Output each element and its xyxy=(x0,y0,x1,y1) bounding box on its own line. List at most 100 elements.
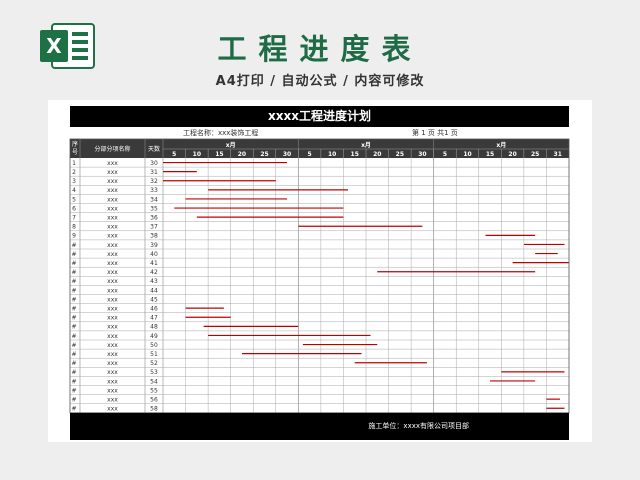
row-days: 42 xyxy=(150,269,158,276)
row-seq: 1 xyxy=(72,160,76,167)
row-days: 41 xyxy=(150,260,158,267)
row-days: 40 xyxy=(150,251,158,258)
row-days: 46 xyxy=(150,306,158,313)
header-day-tick: 25 xyxy=(396,151,404,158)
row-seq: 7 xyxy=(72,215,76,222)
row-seq: # xyxy=(71,260,76,267)
header-day-tick: 10 xyxy=(328,151,336,158)
row-days: 44 xyxy=(150,287,158,294)
row-seq: # xyxy=(71,296,76,303)
row-days: 43 xyxy=(150,278,158,285)
row-days: 47 xyxy=(150,315,158,322)
row-seq: # xyxy=(71,324,76,331)
row-seq: # xyxy=(71,342,76,349)
contractor-footer: 施工单位：xxxx有限公司项目部 xyxy=(368,422,469,430)
header-day-tick: 25 xyxy=(531,151,539,158)
row-days: 30 xyxy=(150,160,158,167)
row-seq: 5 xyxy=(72,196,76,203)
row-item-name: xxx xyxy=(107,178,118,185)
row-seq: # xyxy=(71,269,76,276)
row-item-name: xxx xyxy=(107,378,118,385)
row-days: 51 xyxy=(150,351,158,358)
row-seq: 6 xyxy=(72,205,76,212)
row-seq: # xyxy=(71,387,76,394)
row-seq: 2 xyxy=(72,169,76,176)
row-seq: # xyxy=(71,306,76,313)
header-day-tick: 15 xyxy=(215,151,223,158)
header-item-name: 分部分项名称 xyxy=(94,145,130,153)
row-seq: 4 xyxy=(72,187,76,194)
row-seq: # xyxy=(71,287,76,294)
row-item-name: xxx xyxy=(107,397,118,404)
row-seq: # xyxy=(71,333,76,340)
row-item-name: xxx xyxy=(107,360,118,367)
row-seq: # xyxy=(71,251,76,258)
row-item-name: xxx xyxy=(107,242,118,249)
row-item-name: xxx xyxy=(107,333,118,340)
header-day-tick: 15 xyxy=(486,151,494,158)
row-seq: # xyxy=(71,315,76,322)
row-seq: 8 xyxy=(72,224,76,231)
header-day-tick: 20 xyxy=(373,151,381,158)
header-day-tick: 5 xyxy=(443,151,447,158)
row-item-name: xxx xyxy=(107,315,118,322)
header-day-tick: 30 xyxy=(418,151,426,158)
row-seq: # xyxy=(71,397,76,404)
row-days: 58 xyxy=(150,406,158,413)
row-days: 56 xyxy=(150,397,158,404)
row-item-name: xxx xyxy=(107,187,118,194)
row-seq: 9 xyxy=(72,233,76,240)
row-item-name: xxx xyxy=(107,160,118,167)
row-days: 32 xyxy=(150,178,158,185)
row-days: 53 xyxy=(150,369,158,376)
row-item-name: xxx xyxy=(107,260,118,267)
header-day-tick: 5 xyxy=(172,151,176,158)
row-item-name: xxx xyxy=(107,342,118,349)
row-days: 55 xyxy=(150,387,158,394)
gantt-table: 序号 分部分项名称 天数x月 x月 x月5 10 15 20 25 30 5 10 15 20 25 30 5 1… xyxy=(69,138,570,414)
row-days: 39 xyxy=(150,242,158,249)
header-days: 天数 xyxy=(148,145,160,153)
row-item-name: xxx xyxy=(107,251,118,258)
row-seq: # xyxy=(71,378,76,385)
row-days: 36 xyxy=(150,215,158,222)
row-item-name: xxx xyxy=(107,169,118,176)
header-month: x月 xyxy=(496,141,506,149)
header-day-tick: 10 xyxy=(463,151,471,158)
row-item-name: xxx xyxy=(107,296,118,303)
row-item-name: xxx xyxy=(107,269,118,276)
row-seq: # xyxy=(71,278,76,285)
header-month: x月 xyxy=(361,141,371,149)
row-days: 38 xyxy=(150,233,158,240)
header-day-tick: 10 xyxy=(193,151,201,158)
row-seq: # xyxy=(71,406,76,413)
header-day-tick: 25 xyxy=(260,151,268,158)
row-item-name: xxx xyxy=(107,351,118,358)
row-days: 37 xyxy=(150,224,158,231)
header-day-tick: 20 xyxy=(508,151,516,158)
header-seq: 号 xyxy=(72,149,78,156)
header-seq: 序 xyxy=(72,140,78,148)
row-item-name: xxx xyxy=(107,278,118,285)
row-days: 49 xyxy=(150,333,158,340)
row-item-name: xxx xyxy=(107,306,118,313)
row-days: 35 xyxy=(150,205,158,212)
row-item-name: xxx xyxy=(107,369,118,376)
header-day-tick: 31 xyxy=(554,151,562,158)
row-item-name: xxx xyxy=(107,233,118,240)
header-month: x月 xyxy=(226,141,236,149)
row-item-name: xxx xyxy=(107,215,118,222)
row-days: 34 xyxy=(150,196,158,203)
row-seq: # xyxy=(71,242,76,249)
row-days: 50 xyxy=(150,342,158,349)
header-day-tick: 20 xyxy=(238,151,246,158)
row-item-name: xxx xyxy=(107,406,118,413)
row-seq: # xyxy=(71,369,76,376)
row-days: 31 xyxy=(150,169,158,176)
header-day-tick: 5 xyxy=(308,151,312,158)
row-days: 45 xyxy=(150,296,158,303)
header-day-tick: 30 xyxy=(283,151,291,158)
row-item-name: xxx xyxy=(107,205,118,212)
row-days: 52 xyxy=(150,360,158,367)
row-item-name: xxx xyxy=(107,224,118,231)
